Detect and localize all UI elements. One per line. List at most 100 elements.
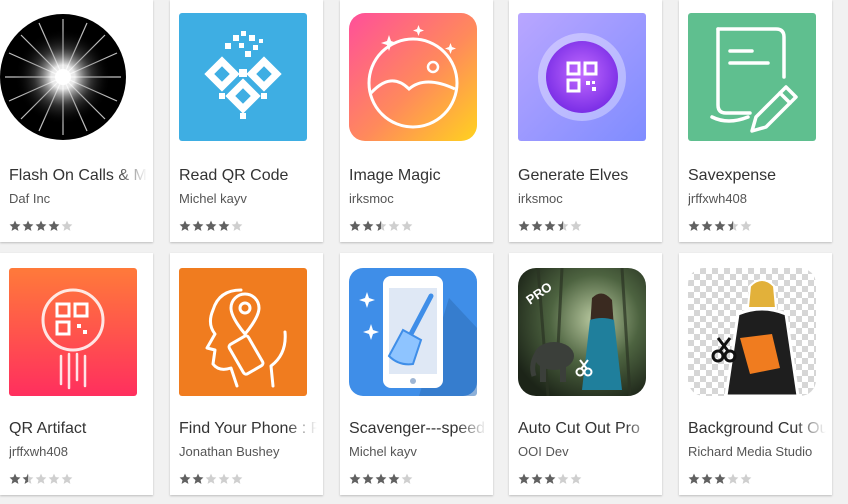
star-filled-icon — [192, 220, 204, 231]
star-rating — [349, 220, 413, 232]
star-filled-icon — [375, 473, 387, 484]
star-filled-icon — [701, 220, 713, 231]
star-filled-icon — [518, 473, 530, 484]
star-empty-icon — [205, 473, 217, 484]
star-empty-icon — [740, 473, 752, 484]
star-filled-icon — [388, 473, 400, 484]
phone-broom-icon — [349, 268, 477, 396]
star-rating — [688, 473, 752, 485]
background-eraser-icon — [688, 268, 816, 396]
star-empty-icon — [231, 220, 243, 231]
app-title[interactable]: Background Cut Out — [688, 420, 826, 438]
star-filled-icon — [179, 220, 191, 231]
star-filled-icon — [531, 220, 543, 231]
qr-code-icon — [179, 13, 307, 141]
star-filled-icon — [35, 220, 47, 231]
star-rating — [179, 220, 243, 232]
app-title[interactable]: Read QR Code — [179, 167, 317, 185]
star-half-icon — [375, 220, 387, 231]
star-rating — [179, 473, 243, 485]
app-card[interactable]: Savexpense jrffxwh408 — [679, 0, 832, 242]
star-empty-icon — [61, 220, 73, 231]
star-filled-icon — [714, 473, 726, 484]
star-empty-icon — [401, 220, 413, 231]
star-empty-icon — [48, 473, 60, 484]
app-title[interactable]: Generate Elves — [518, 167, 656, 185]
star-empty-icon — [218, 473, 230, 484]
star-filled-icon — [9, 473, 21, 484]
cutout-photo-icon: PRO — [518, 268, 646, 396]
star-half-icon — [557, 220, 569, 231]
star-rating — [518, 220, 582, 232]
star-filled-icon — [22, 220, 34, 231]
star-half-icon — [727, 220, 739, 231]
star-rating — [349, 473, 413, 485]
star-empty-icon — [401, 473, 413, 484]
star-filled-icon — [218, 220, 230, 231]
app-card[interactable]: QR Artifact jrffxwh408 — [0, 253, 153, 495]
star-half-icon — [22, 473, 34, 484]
star-empty-icon — [231, 473, 243, 484]
app-developer[interactable]: jrffxwh408 — [9, 444, 147, 459]
star-filled-icon — [179, 473, 191, 484]
app-developer[interactable]: Michel kayv — [179, 191, 317, 206]
app-developer[interactable]: jrffxwh408 — [688, 191, 826, 206]
star-filled-icon — [205, 220, 217, 231]
app-card[interactable]: Read QR Code Michel kayv — [170, 0, 323, 242]
app-title[interactable]: Find Your Phone : Phone Finder — [179, 420, 317, 438]
app-title[interactable]: QR Artifact — [9, 420, 147, 438]
star-filled-icon — [531, 473, 543, 484]
star-rating — [518, 473, 582, 485]
star-empty-icon — [35, 473, 47, 484]
app-developer[interactable]: Jonathan Bushey — [179, 444, 317, 459]
star-filled-icon — [544, 473, 556, 484]
location-head-icon — [179, 268, 307, 396]
star-empty-icon — [388, 220, 400, 231]
star-filled-icon — [349, 473, 361, 484]
app-card[interactable]: Scavenger---speed Michel kayv — [340, 253, 493, 495]
star-filled-icon — [701, 473, 713, 484]
star-empty-icon — [570, 473, 582, 484]
star-filled-icon — [9, 220, 21, 231]
app-title[interactable]: Savexpense — [688, 167, 826, 185]
app-developer[interactable]: Michel kayv — [349, 444, 487, 459]
star-filled-icon — [688, 220, 700, 231]
star-rating — [688, 220, 752, 232]
app-title[interactable]: Image Magic — [349, 167, 487, 185]
app-card[interactable]: Flash On Calls & Messages Daf Inc — [0, 0, 153, 242]
app-developer[interactable]: irksmoc — [518, 191, 656, 206]
app-card[interactable]: Background Cut Out Richard Media Studio — [679, 253, 832, 495]
app-developer[interactable]: Richard Media Studio — [688, 444, 826, 459]
app-title[interactable]: Auto Cut Out Pro — [518, 420, 656, 438]
app-card[interactable]: Image Magic irksmoc — [340, 0, 493, 242]
flash-burst-icon — [0, 13, 127, 141]
star-filled-icon — [714, 220, 726, 231]
qr-orb-icon — [518, 13, 646, 141]
app-developer[interactable]: Daf Inc — [9, 191, 147, 206]
app-card[interactable]: PRO Auto Cut Out Pro OOI Dev — [509, 253, 662, 495]
app-developer[interactable]: irksmoc — [349, 191, 487, 206]
app-title[interactable]: Scavenger---speed — [349, 420, 487, 438]
star-filled-icon — [518, 220, 530, 231]
star-empty-icon — [740, 220, 752, 231]
app-card[interactable]: Find Your Phone : Phone Finder Jonathan … — [170, 253, 323, 495]
star-filled-icon — [544, 220, 556, 231]
app-developer[interactable]: OOI Dev — [518, 444, 656, 459]
landscape-circle-icon — [349, 13, 477, 141]
star-empty-icon — [727, 473, 739, 484]
qr-circle-icon — [9, 268, 137, 396]
star-filled-icon — [362, 220, 374, 231]
star-filled-icon — [688, 473, 700, 484]
star-rating — [9, 473, 73, 485]
app-title[interactable]: Flash On Calls & Messages — [9, 167, 147, 185]
star-filled-icon — [48, 220, 60, 231]
document-pen-icon — [688, 13, 816, 141]
star-rating — [9, 220, 73, 232]
star-empty-icon — [61, 473, 73, 484]
star-filled-icon — [349, 220, 361, 231]
star-filled-icon — [192, 473, 204, 484]
star-empty-icon — [557, 473, 569, 484]
app-card[interactable]: Generate Elves irksmoc — [509, 0, 662, 242]
star-empty-icon — [570, 220, 582, 231]
star-filled-icon — [362, 473, 374, 484]
